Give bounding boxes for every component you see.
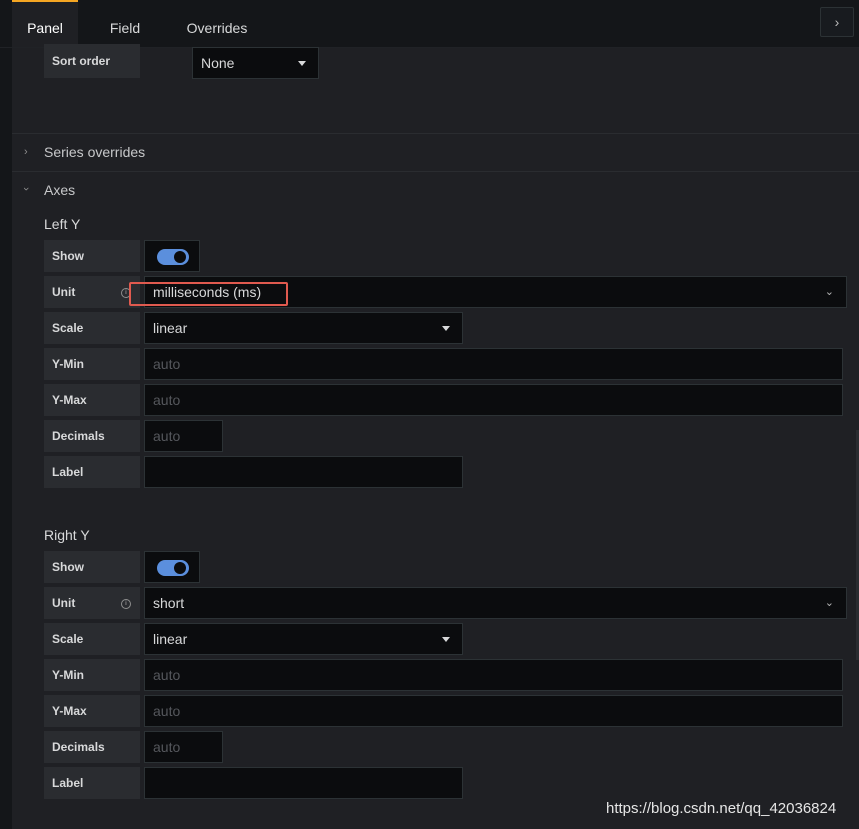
left-y-decimals-label: Decimals: [44, 420, 140, 452]
info-icon[interactable]: i: [121, 599, 131, 609]
right-y-scale-label: Scale: [44, 623, 140, 655]
right-y-label-input[interactable]: [144, 767, 463, 799]
right-y-show-toggle-box: [144, 551, 200, 583]
divider: [12, 133, 859, 134]
right-y-show-label: Show: [44, 551, 140, 583]
chevron-right-icon: ›: [834, 14, 840, 30]
tab-overrides[interactable]: Overrides: [182, 0, 252, 47]
watermark: https://blog.csdn.net/qq_42036824: [606, 800, 837, 817]
caret-down-icon: [442, 326, 450, 331]
right-y-decimals-input[interactable]: auto: [144, 731, 223, 763]
highlight-box: [129, 282, 288, 306]
left-y-title: Left Y: [44, 216, 81, 232]
right-y-unit-select[interactable]: short ⌄: [144, 587, 847, 619]
left-y-scale-select[interactable]: linear: [144, 312, 463, 344]
sort-order-value: None: [201, 55, 235, 71]
sort-order-label: Sort order: [44, 44, 140, 78]
series-overrides-title: Series overrides: [44, 144, 146, 160]
right-y-ymin-input[interactable]: auto: [144, 659, 843, 691]
right-y-ymax-input[interactable]: auto: [144, 695, 843, 727]
sort-order-select[interactable]: None: [192, 47, 319, 79]
left-y-ymin-label: Y-Min: [44, 348, 140, 380]
chevron-down-icon: ⌄: [824, 597, 834, 609]
right-y-label-label: Label: [44, 767, 140, 799]
right-y-decimals-label: Decimals: [44, 731, 140, 763]
chevron-right-icon: ›: [24, 146, 28, 158]
left-y-decimals-input[interactable]: auto: [144, 420, 223, 452]
collapse-pane-button[interactable]: ›: [820, 7, 854, 37]
left-y-label-label: Label: [44, 456, 140, 488]
left-y-show-label: Show: [44, 240, 140, 272]
chevron-down-icon: ›: [19, 187, 32, 191]
left-y-show-toggle-box: [144, 240, 200, 272]
right-y-unit-value: short: [153, 595, 185, 611]
right-y-scale-select[interactable]: linear: [144, 623, 463, 655]
right-y-ymin-label: Y-Min: [44, 659, 140, 691]
left-y-scale-label: Scale: [44, 312, 140, 344]
tab-bar: Panel Field Overrides ›: [0, 0, 859, 48]
right-y-show-toggle[interactable]: [157, 560, 189, 576]
left-y-ymax-label: Y-Max: [44, 384, 140, 416]
left-y-ymax-input[interactable]: auto: [144, 384, 843, 416]
toggle-knob: [174, 251, 186, 263]
tab-panel[interactable]: Panel: [12, 0, 78, 47]
caret-down-icon: [298, 61, 306, 66]
caret-down-icon: [442, 637, 450, 642]
left-y-label-input[interactable]: [144, 456, 463, 488]
left-y-show-toggle[interactable]: [157, 249, 189, 265]
left-y-ymin-input[interactable]: auto: [144, 348, 843, 380]
axes-title: Axes: [44, 182, 76, 198]
divider: [12, 171, 859, 172]
left-y-scale-value: linear: [153, 320, 188, 336]
right-y-title: Right Y: [44, 527, 90, 543]
right-y-ymax-label: Y-Max: [44, 695, 140, 727]
toggle-knob: [174, 562, 186, 574]
tab-field[interactable]: Field: [96, 0, 154, 47]
chevron-down-icon: ⌄: [824, 286, 834, 298]
right-y-scale-value: linear: [153, 631, 188, 647]
